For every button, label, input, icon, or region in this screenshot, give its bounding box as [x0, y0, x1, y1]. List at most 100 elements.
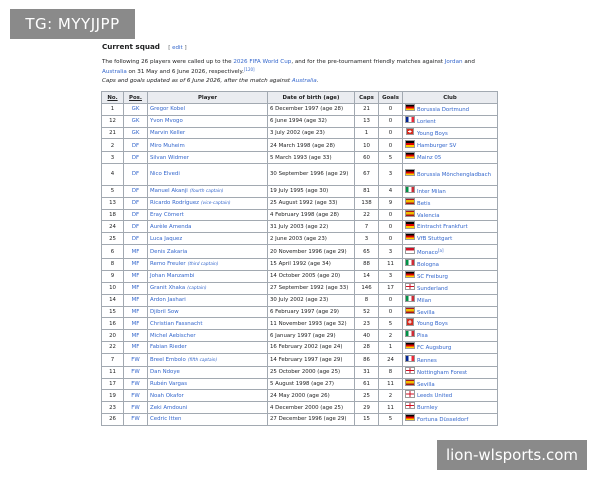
cell-club: Borussia Mönchengladbach: [402, 162, 498, 186]
player-link[interactable]: Zeki Amdouni: [150, 405, 187, 411]
club-link[interactable]: Inter Milan: [417, 188, 446, 194]
club-link[interactable]: Lorient: [417, 119, 436, 125]
player-link[interactable]: Denis Zakaria: [150, 249, 187, 255]
player-link[interactable]: Djibril Sow: [150, 309, 179, 315]
player-link[interactable]: Ardon Jashari: [150, 297, 186, 303]
club-link[interactable]: Eintracht Frankfurt: [417, 224, 468, 230]
position-link[interactable]: DF: [132, 155, 139, 161]
club-link[interactable]: Sevilla: [417, 381, 435, 387]
player-link[interactable]: Yvon Mvogo: [150, 118, 183, 124]
position-link[interactable]: DF: [132, 224, 139, 230]
position-link[interactable]: DF: [132, 171, 139, 177]
germany-flag-icon: [405, 169, 415, 177]
position-link[interactable]: GK: [132, 130, 140, 136]
position-link[interactable]: DF: [132, 188, 139, 194]
player-link[interactable]: Ricardo Rodríguez: [150, 200, 199, 206]
club-link[interactable]: Fortuna Düsseldorf: [417, 417, 468, 423]
cell-no: 23: [101, 401, 124, 414]
position-link[interactable]: DF: [132, 143, 139, 149]
club-link[interactable]: SC Freiburg: [417, 274, 448, 280]
position-link[interactable]: MF: [132, 261, 140, 267]
club-link[interactable]: Young Boys: [417, 130, 448, 136]
club-link[interactable]: Young Boys: [417, 321, 448, 327]
header-player[interactable]: Player: [147, 91, 268, 104]
position-link[interactable]: FW: [131, 393, 139, 399]
position-link[interactable]: FW: [131, 405, 139, 411]
edit-link[interactable]: edit: [172, 45, 183, 51]
position-link[interactable]: FW: [131, 357, 139, 363]
cell-pos: MF: [123, 340, 148, 354]
player-link[interactable]: Noah Okafor: [150, 393, 184, 399]
player-link[interactable]: Miro Muheim: [150, 143, 185, 149]
club-link[interactable]: Sunderland: [417, 286, 448, 292]
position-link[interactable]: MF: [132, 297, 140, 303]
position-link[interactable]: MF: [132, 321, 140, 327]
club-link[interactable]: Mainz 05: [417, 155, 441, 161]
cell-caps: 88: [354, 257, 379, 271]
player-link[interactable]: Christian Fassnacht: [150, 321, 203, 327]
player-link[interactable]: Silvan Widmer: [150, 155, 189, 161]
position-link[interactable]: FW: [131, 369, 139, 375]
club-link[interactable]: Hamburger SV: [417, 143, 456, 149]
club-link[interactable]: Monaco: [417, 250, 438, 256]
position-link[interactable]: DF: [132, 200, 139, 206]
club-link[interactable]: Betis: [417, 200, 430, 206]
position-link[interactable]: MF: [132, 333, 140, 339]
position-link[interactable]: DF: [132, 212, 139, 218]
player-link[interactable]: Rubén Vargas: [150, 381, 187, 387]
club-link[interactable]: Pisa: [417, 333, 428, 339]
world-cup-link[interactable]: 2026 FIFA World Cup: [233, 59, 291, 65]
player-link[interactable]: Aurèle Amenda: [150, 224, 191, 230]
position-link[interactable]: DF: [132, 236, 139, 242]
header-caps[interactable]: Caps: [354, 91, 379, 104]
position-link[interactable]: MF: [132, 285, 140, 291]
player-link[interactable]: Luca Jaquez: [150, 236, 182, 242]
player-link[interactable]: Breel Embolo: [150, 357, 186, 363]
club-link[interactable]: VfB Stuttgart: [417, 236, 452, 242]
player-link[interactable]: Fabian Rieder: [150, 344, 187, 350]
player-link[interactable]: Nico Elvedi: [150, 171, 180, 177]
cell-player: Djibril Sow: [147, 305, 268, 319]
position-link[interactable]: MF: [132, 344, 140, 350]
position-link[interactable]: MF: [132, 309, 140, 315]
club-link[interactable]: Borussia Dortmund: [417, 107, 469, 113]
position-link[interactable]: MF: [132, 273, 140, 279]
club-link[interactable]: Burnley: [417, 405, 438, 411]
club-link[interactable]: Borussia Mönchengladbach: [417, 172, 491, 178]
reference-link[interactable]: [120]: [244, 67, 255, 72]
position-link[interactable]: FW: [131, 381, 139, 387]
club-link[interactable]: Nottingham Forest: [417, 370, 467, 376]
player-link[interactable]: Cedric Itten: [150, 416, 181, 422]
position-link[interactable]: GK: [132, 106, 140, 112]
position-link[interactable]: FW: [131, 416, 139, 422]
player-link[interactable]: Johan Manzambi: [150, 273, 194, 279]
header-pos[interactable]: Pos.: [123, 91, 148, 104]
australia-link[interactable]: Australia: [102, 69, 127, 75]
player-link[interactable]: Gregor Kobel: [150, 106, 185, 112]
club-link[interactable]: Valencia: [417, 212, 440, 218]
club-link[interactable]: Bologna: [417, 262, 439, 268]
header-club[interactable]: Club: [402, 91, 498, 104]
jordan-link[interactable]: Jordan: [445, 59, 463, 65]
player-link[interactable]: Granit Xhaka: [150, 285, 185, 291]
player-link[interactable]: Michel Aebischer: [150, 333, 196, 339]
club-note-link[interactable]: [a]: [438, 248, 444, 253]
player-link[interactable]: Remo Freuler: [150, 261, 186, 267]
player-link[interactable]: Marvin Keller: [150, 130, 185, 136]
header-dob[interactable]: Date of birth (age): [267, 91, 355, 104]
header-no[interactable]: No.: [101, 91, 124, 104]
cell-club: Inter Milan: [402, 184, 498, 198]
header-goals[interactable]: Goals: [378, 91, 403, 104]
position-link[interactable]: MF: [132, 249, 140, 255]
player-link[interactable]: Eray Cömert: [150, 212, 184, 218]
club-link[interactable]: Leeds United: [417, 393, 452, 399]
club-link[interactable]: Sevilla: [417, 309, 435, 315]
club-link[interactable]: Rennes: [417, 358, 437, 364]
cell-goals: 2: [378, 389, 403, 403]
position-link[interactable]: GK: [132, 118, 140, 124]
club-link[interactable]: FC Augsburg: [417, 345, 451, 351]
caps-australia-link[interactable]: Australia: [292, 78, 317, 84]
club-link[interactable]: Milan: [417, 298, 431, 304]
player-link[interactable]: Dan Ndoye: [150, 369, 180, 375]
player-link[interactable]: Manuel Akanji: [150, 188, 188, 194]
